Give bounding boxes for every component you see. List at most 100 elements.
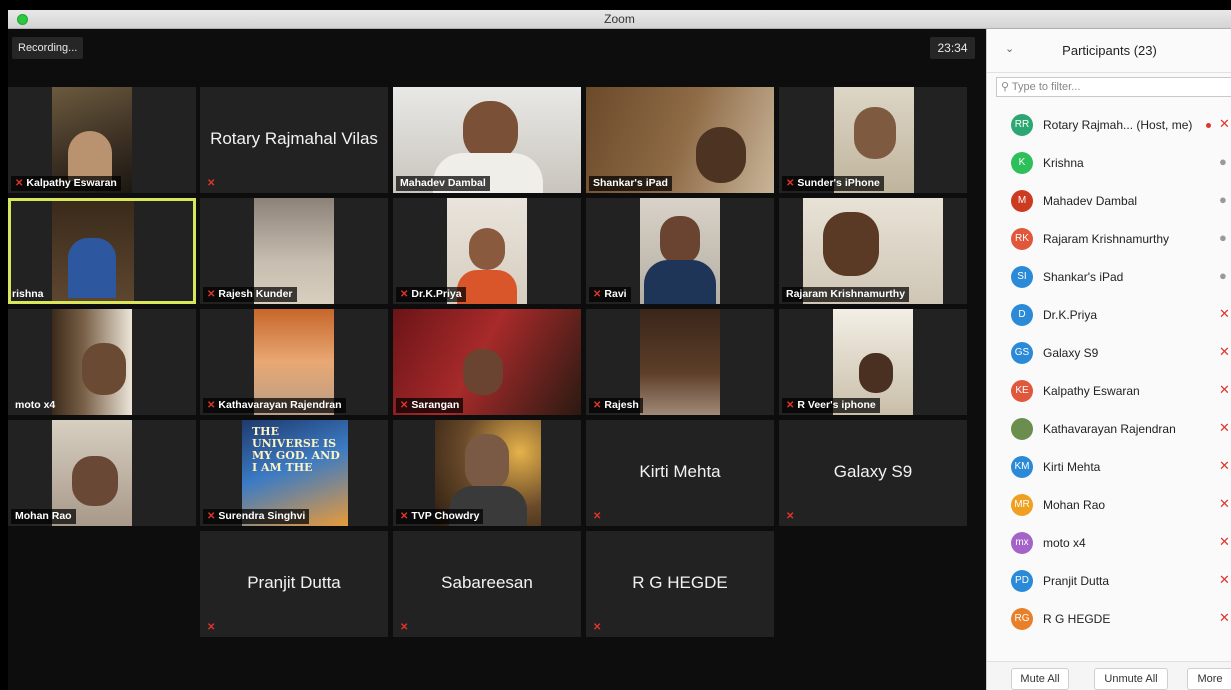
participant-row[interactable]: Kathavarayan Rajendran ✕ xyxy=(987,411,1231,449)
participants-header: ⌄ Participants (23) xyxy=(987,29,1231,73)
mic-icon[interactable]: ● xyxy=(1219,192,1227,207)
more-button[interactable]: More xyxy=(1187,668,1231,690)
video-tile[interactable]: ✕ TVP Chowdry xyxy=(393,420,581,526)
mic-muted-icon: ✕ xyxy=(15,178,24,189)
avatar: GS xyxy=(1011,342,1033,364)
participant-name: Galaxy S9 xyxy=(833,462,913,481)
avatar: RR xyxy=(1011,114,1033,136)
video-tile[interactable]: ✕ Kathavarayan Rajendran xyxy=(200,309,388,415)
video-tile[interactable]: ✕ Rajesh xyxy=(586,309,774,415)
participant-list-name: Krishna xyxy=(1043,156,1084,170)
video-tile[interactable]: moto x4 xyxy=(8,309,196,415)
video-tile[interactable]: Rotary Rajmahal Vilas ✕ xyxy=(200,87,388,193)
participant-list-name: Kathavarayan Rajendran xyxy=(1043,422,1176,436)
avatar: RG xyxy=(1011,608,1033,630)
mic-muted-icon[interactable]: ✕ xyxy=(1219,610,1230,626)
filter-placeholder: Type to filter... xyxy=(1011,81,1081,93)
video-tile[interactable]: Galaxy S9 ✕ xyxy=(779,420,967,526)
mic-muted-icon[interactable]: ✕ xyxy=(1219,496,1230,512)
participant-row[interactable]: PD Pranjit Dutta ✕ xyxy=(987,563,1231,601)
search-icon: ⚲ xyxy=(1001,81,1010,93)
avatar: mx xyxy=(1011,532,1033,554)
participant-list-name: moto x4 xyxy=(1043,536,1086,550)
participant-list-name: Rajaram Krishnamurthy xyxy=(1043,232,1170,246)
mute-all-button[interactable]: Mute All xyxy=(1011,668,1069,690)
mic-muted-icon[interactable]: ✕ xyxy=(1219,382,1230,398)
mic-icon[interactable]: ● xyxy=(1219,154,1227,169)
participant-row[interactable]: K Krishna ● xyxy=(987,145,1231,183)
participants-title: Participants (23) xyxy=(1062,43,1157,58)
participant-name: Kirti Mehta xyxy=(639,462,721,481)
participant-row[interactable]: RR Rotary Rajmah... (Host, me) ✕ xyxy=(987,107,1231,145)
mic-icon[interactable]: ● xyxy=(1219,230,1227,245)
video-tile[interactable]: Shankar's iPad xyxy=(586,87,774,193)
participant-name: Pranjit Dutta xyxy=(247,573,341,592)
mic-muted-icon[interactable]: ✕ xyxy=(1219,534,1230,550)
video-tile[interactable]: R G HEGDE ✕ xyxy=(586,531,774,637)
participant-filter-input[interactable]: ⚲ Type to filter... xyxy=(996,77,1231,97)
participant-name: Surendra Singhvi xyxy=(218,510,306,522)
mic-muted-icon[interactable]: ✕ xyxy=(1219,420,1230,436)
avatar: K xyxy=(1011,152,1033,174)
participant-row[interactable]: GS Galaxy S9 ✕ xyxy=(987,335,1231,373)
mic-muted-icon: ✕ xyxy=(786,400,795,411)
participant-row[interactable]: MR Mohan Rao ✕ xyxy=(987,487,1231,525)
zoom-window: Zoom Recording... 23:34 ✕ Kalpathy Eswara… xyxy=(8,10,1231,690)
participant-list-name: Pranjit Dutta xyxy=(1043,574,1110,588)
video-tile[interactable]: Kirti Mehta ✕ xyxy=(586,420,774,526)
participant-row[interactable]: RG R G HEGDE ✕ xyxy=(987,601,1231,639)
participant-row[interactable]: mx moto x4 ✕ xyxy=(987,525,1231,563)
participant-list-name: Mahadev Dambal xyxy=(1043,194,1138,208)
video-tile[interactable]: ✕ Dr.K.Priya xyxy=(393,198,581,304)
recording-indicator[interactable]: Recording... xyxy=(12,37,84,59)
mic-muted-icon: ✕ xyxy=(207,289,216,300)
participant-list-name: R G HEGDE xyxy=(1043,612,1111,626)
participant-name: Kathavarayan Rajendran xyxy=(218,399,342,411)
mic-muted-icon: ✕ xyxy=(593,622,602,633)
avatar: PD xyxy=(1011,570,1033,592)
video-tile[interactable]: Pranjit Dutta ✕ xyxy=(200,531,388,637)
video-tile[interactable]: ✕ Sarangan xyxy=(393,309,581,415)
mic-muted-icon[interactable]: ✕ xyxy=(1219,572,1230,588)
participant-row[interactable]: KM Kirti Mehta ✕ xyxy=(987,449,1231,487)
mic-icon[interactable]: ● xyxy=(1219,268,1227,283)
avatar: MR xyxy=(1011,494,1033,516)
participant-name: Mohan Rao xyxy=(15,510,72,522)
participant-list-name: Kirti Mehta xyxy=(1043,460,1101,474)
video-tile[interactable]: Mahadev Dambal xyxy=(393,87,581,193)
video-tile[interactable]: ✕ Ravi xyxy=(586,198,774,304)
avatar: M xyxy=(1011,190,1033,212)
participant-row[interactable]: RK Rajaram Krishnamurthy ● xyxy=(987,221,1231,259)
mic-muted-icon[interactable]: ✕ xyxy=(1219,344,1230,360)
title-bar: Zoom xyxy=(8,10,1231,29)
mic-muted-icon[interactable]: ✕ xyxy=(1219,306,1230,322)
video-tile[interactable]: ✕ Kalpathy Eswaran xyxy=(8,87,196,193)
participant-row[interactable]: SI Shankar's iPad ● xyxy=(987,259,1231,297)
participant-name: R Veer's iphone xyxy=(797,399,876,411)
participant-name: R G HEGDE xyxy=(632,573,728,592)
avatar: SI xyxy=(1011,266,1033,288)
avatar: D xyxy=(1011,304,1033,326)
mic-muted-icon: ✕ xyxy=(207,400,216,411)
video-tile[interactable]: ✕ R Veer's iphone xyxy=(779,309,967,415)
participant-row[interactable]: M Mahadev Dambal ● xyxy=(987,183,1231,221)
meeting-timer: 23:34 xyxy=(930,37,975,59)
video-tile[interactable]: Sabareesan ✕ xyxy=(393,531,581,637)
video-tile[interactable]: Mohan Rao xyxy=(8,420,196,526)
video-tile[interactable]: THE UNIVERSE IS MY GOD. AND I AM THE ✕ Su… xyxy=(200,420,388,526)
mic-muted-icon[interactable]: ✕ xyxy=(1219,458,1230,474)
participant-row[interactable]: D Dr.K.Priya ✕ xyxy=(987,297,1231,335)
mic-muted-icon: ✕ xyxy=(400,400,409,411)
participant-row[interactable]: KE Kalpathy Eswaran ✕ xyxy=(987,373,1231,411)
mic-muted-icon[interactable]: ✕ xyxy=(1219,116,1230,132)
participant-name: Dr.K.Priya xyxy=(411,288,462,300)
participant-name: Rajesh Kunder xyxy=(218,288,293,300)
video-tile[interactable]: ✕ Sunder's iPhone xyxy=(779,87,967,193)
video-tile[interactable]: Rajaram Krishnamurthy xyxy=(779,198,967,304)
video-tile-active-speaker[interactable]: rishna xyxy=(8,198,196,304)
mic-muted-icon: ✕ xyxy=(400,289,409,300)
video-tile[interactable]: ✕ Rajesh Kunder xyxy=(200,198,388,304)
unmute-all-button[interactable]: Unmute All xyxy=(1094,668,1168,690)
mic-muted-icon: ✕ xyxy=(207,622,216,633)
participant-name: Rajaram Krishnamurthy xyxy=(786,288,906,300)
